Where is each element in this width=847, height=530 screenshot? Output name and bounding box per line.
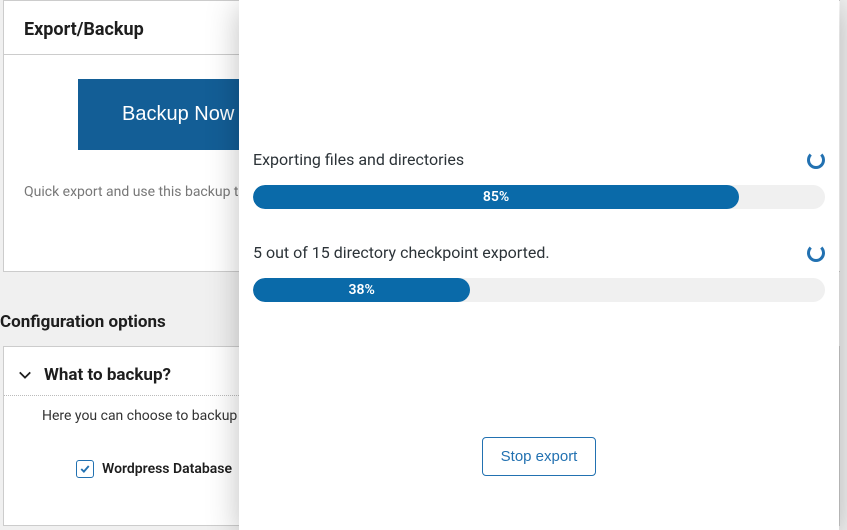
progress-fill-1: 85% [253, 185, 739, 209]
progress-label-1: Exporting files and directories [253, 150, 464, 169]
progress-bar-2: 38% [253, 278, 825, 302]
progress-bar-1: 85% [253, 185, 825, 209]
stop-export-button[interactable]: Stop export [482, 437, 597, 476]
progress-block-1: Exporting files and directories 85% [253, 150, 825, 209]
config-section-title: Configuration options [0, 312, 166, 332]
progress-percent-2: 38% [349, 282, 375, 298]
progress-block-2: 5 out of 15 directory checkpoint exporte… [253, 243, 825, 302]
progress-fill-2: 38% [253, 278, 470, 302]
checkbox-label: Wordpress Database [102, 461, 232, 477]
modal-footer: Stop export [239, 437, 839, 476]
accordion-title-text: What to backup? [44, 365, 171, 385]
export-progress-modal: Exporting files and directories 85% 5 ou… [239, 0, 839, 530]
progress-label-2: 5 out of 15 directory checkpoint exporte… [253, 243, 550, 262]
spinner-icon [807, 151, 825, 169]
checkbox-icon [76, 460, 94, 478]
spinner-icon [807, 244, 825, 262]
progress-row-2: 5 out of 15 directory checkpoint exporte… [253, 243, 825, 262]
progress-percent-1: 85% [483, 189, 509, 205]
progress-row-1: Exporting files and directories [253, 150, 825, 169]
chevron-down-icon [18, 368, 32, 382]
